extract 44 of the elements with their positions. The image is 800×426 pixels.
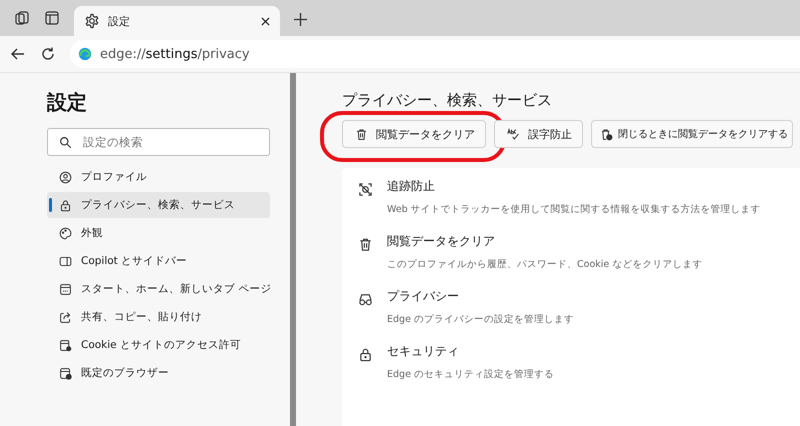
refresh-icon[interactable] bbox=[40, 46, 56, 62]
lock-icon bbox=[358, 347, 373, 362]
page-title: プライバシー、検索、サービス bbox=[342, 91, 553, 110]
search-icon bbox=[59, 136, 72, 149]
sidebar-item[interactable]: Copilot とサイドバー bbox=[47, 248, 270, 274]
profile-icon bbox=[59, 170, 72, 184]
section-description: Edge のプライバシーの設定を管理します bbox=[387, 313, 574, 326]
sidebar-item[interactable]: 共有、コピー、貼り付け bbox=[47, 304, 270, 330]
spellcheck-icon bbox=[507, 128, 520, 140]
address-bar[interactable]: edge://settings/privacy bbox=[70, 40, 800, 68]
palette-icon bbox=[59, 226, 72, 240]
toolbar-button[interactable]: 誤字防止 bbox=[494, 120, 583, 148]
sidebar-icon bbox=[59, 254, 72, 268]
sidebar-item[interactable]: プライバシー、検索、サービス bbox=[47, 192, 270, 218]
section-description: このプロファイルから履歴、パスワード、Cookie などをクリアします bbox=[387, 258, 702, 271]
close-icon[interactable] bbox=[261, 16, 270, 26]
share-icon bbox=[59, 310, 72, 324]
glasses-icon bbox=[358, 292, 373, 307]
sidebar-item[interactable]: スタート、ホーム、新しいタブ ページ bbox=[47, 276, 270, 302]
browser-tab[interactable]: 設定 bbox=[74, 6, 280, 36]
section-title[interactable]: プライバシー bbox=[387, 288, 574, 305]
section-title[interactable]: セキュリティ bbox=[387, 343, 554, 360]
back-arrow-icon[interactable] bbox=[10, 46, 26, 62]
search-field[interactable]: 設定の検索 bbox=[47, 128, 270, 156]
trash-icon bbox=[355, 128, 368, 140]
toolbar-button[interactable]: 閲覧データをクリア bbox=[342, 120, 486, 148]
sidebar-item[interactable]: 外観 bbox=[47, 220, 270, 246]
section-description: Web サイトでトラッカーを使用して閲覧に関する情報を収集する方法を管理します bbox=[387, 203, 761, 216]
tracking-icon bbox=[358, 182, 373, 197]
section-title[interactable]: 追跡防止 bbox=[387, 178, 761, 195]
lock-icon bbox=[59, 198, 72, 212]
section-description: Edge のセキュリティ設定を管理する bbox=[387, 368, 554, 381]
trash-icon bbox=[358, 237, 373, 252]
settings-title: 設定 bbox=[47, 89, 88, 116]
new-tab-icon[interactable] bbox=[294, 13, 307, 26]
sidebar-item[interactable]: Cookie とサイトのアクセス許可 bbox=[47, 332, 270, 358]
toolbar-button[interactable]: 閉じるときに閲覧データをクリアする bbox=[591, 120, 793, 148]
sidebar-item[interactable]: プロファイル bbox=[47, 164, 270, 190]
sidebar-item[interactable]: 既定のブラウザー bbox=[47, 360, 270, 386]
url-text: edge://settings/privacy bbox=[100, 46, 250, 62]
browser-logo-icon bbox=[78, 47, 92, 61]
tab-actions-icon[interactable] bbox=[44, 10, 60, 26]
section-title[interactable]: 閲覧データをクリア bbox=[387, 233, 702, 250]
settings-icon bbox=[84, 13, 100, 29]
